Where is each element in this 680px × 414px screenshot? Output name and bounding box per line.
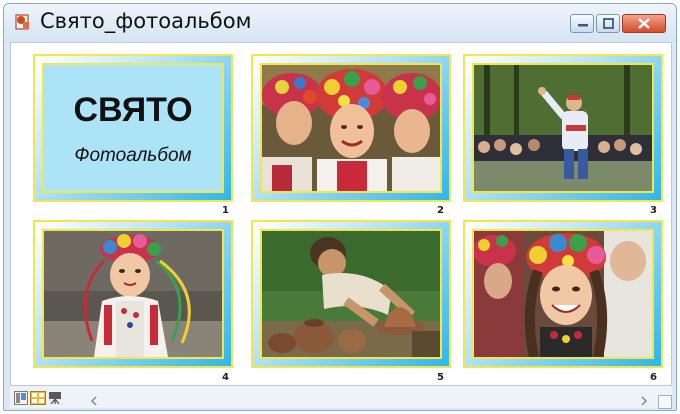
slide-number: 6: [650, 372, 657, 383]
close-icon: [638, 18, 650, 29]
potter-wheel-photo: [260, 229, 442, 359]
slide-number: 3: [650, 205, 657, 216]
girls-in-wreaths-photo: [260, 63, 442, 193]
status-bar: [10, 386, 672, 409]
smiling-girl-wreath-photo: [472, 229, 654, 359]
cover-subtitle: Фотоальбом: [74, 145, 192, 166]
horizontal-scrollbar[interactable]: [90, 392, 650, 406]
slide-number: 2: [437, 205, 444, 216]
slide-number: 1: [222, 205, 229, 216]
slide-sorter-view-icon[interactable]: [30, 390, 46, 405]
slide-thumbnail-4[interactable]: [33, 220, 233, 368]
title-bar[interactable]: Свято_фотоальбом: [4, 4, 676, 42]
slide-thumbnail-1[interactable]: СВЯТО Фотоальбом: [33, 54, 233, 202]
close-button[interactable]: [622, 14, 666, 33]
app-window: Свято_фотоальбом СВЯТО Фотоальбом 1 2 3 …: [3, 3, 677, 411]
scroll-left-icon: [90, 396, 97, 406]
window-title: Свято_фотоальбом: [40, 9, 252, 33]
minimize-icon: [578, 24, 588, 27]
dancer-crowd-photo: [472, 63, 654, 193]
slide-number: 4: [222, 372, 229, 383]
scroll-right-icon: [641, 396, 648, 406]
app-icon[interactable]: [14, 13, 32, 31]
minimize-button[interactable]: [570, 14, 594, 33]
maximize-button[interactable]: [596, 14, 620, 33]
little-girl-wreath-photo: [42, 229, 224, 359]
slideshow-icon[interactable]: [48, 390, 62, 405]
slide-thumbnail-3[interactable]: [463, 54, 663, 202]
cover-title: СВЯТО: [73, 91, 193, 129]
resize-grip-icon[interactable]: [658, 394, 672, 409]
slide-thumbnail-2[interactable]: [251, 54, 451, 202]
maximize-icon: [603, 18, 614, 29]
normal-view-icon[interactable]: [14, 390, 28, 405]
slide-thumbnail-6[interactable]: [463, 220, 663, 368]
slide-sorter-pane[interactable]: СВЯТО Фотоальбом 1 2 3 4 5 6: [10, 42, 672, 386]
cover-slide: СВЯТО Фотоальбом: [42, 63, 224, 193]
slide-number: 5: [437, 372, 444, 383]
slide-thumbnail-5[interactable]: [251, 220, 451, 368]
